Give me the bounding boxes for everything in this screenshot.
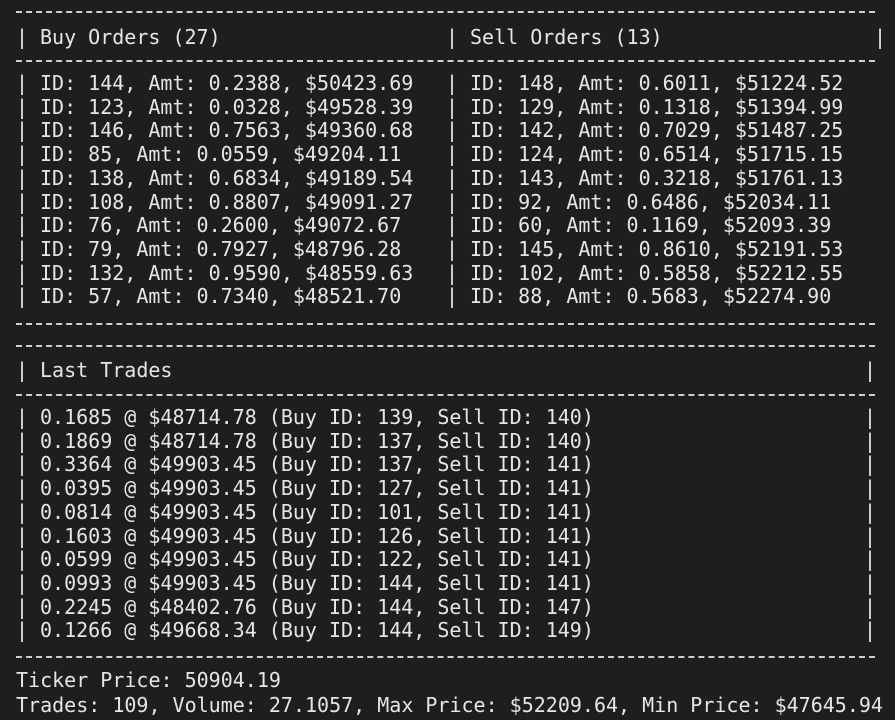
sell-order-row: ID: 124, Amt: 0.6514, $51715.15 xyxy=(470,142,844,167)
pipe-mid: | xyxy=(446,260,459,285)
trade-row: 0.0599 @ $49903.45 (Buy ID: 122, Sell ID… xyxy=(40,547,594,572)
pipe-mid: | xyxy=(446,94,459,119)
buy-order-row: ID: 138, Amt: 0.6834, $49189.54 xyxy=(40,165,414,190)
buy-order-row: ID: 144, Amt: 0.2388, $50423.69 xyxy=(40,71,414,95)
pipe-left: | xyxy=(16,236,29,261)
buy-order-row: ID: 108, Amt: 0.8807, $49091.27 xyxy=(40,189,414,214)
buy-order-row: ID: 85, Amt: 0.0559, $49204.11 xyxy=(40,142,402,167)
last-trades-header: Last Trades xyxy=(40,358,173,382)
orders-header-rule xyxy=(16,60,875,62)
pipe-right: | xyxy=(864,618,877,643)
pipe-left: | xyxy=(16,452,29,477)
pipe-mid: | xyxy=(446,236,459,261)
sell-order-row: ID: 145, Amt: 0.8610, $52191.53 xyxy=(470,236,844,261)
buy-order-row: ID: 123, Amt: 0.0328, $49528.39 xyxy=(40,94,414,119)
sell-order-row: ID: 60, Amt: 0.1169, $52093.39 xyxy=(470,213,832,238)
pipe-left: | xyxy=(16,523,29,548)
pipe-left: | xyxy=(16,213,29,238)
orders-bottom-rule xyxy=(16,323,875,325)
buy-order-row: ID: 146, Amt: 0.7563, $49360.68 xyxy=(40,118,414,143)
pipe-left: | xyxy=(16,284,29,309)
pipe-right: | xyxy=(864,358,877,382)
pipe-left: | xyxy=(16,118,29,143)
pipe-left: | xyxy=(16,165,29,190)
sell-order-row: ID: 143, Amt: 0.3218, $51761.13 xyxy=(470,165,844,190)
buy-orders-header: Buy Orders (27) xyxy=(40,25,221,49)
pipe-right: | xyxy=(864,452,877,477)
trades-header-rule xyxy=(16,394,875,396)
trade-row: 0.1685 @ $48714.78 (Buy ID: 139, Sell ID… xyxy=(40,405,594,429)
pipe-right: | xyxy=(874,25,887,49)
trade-row: 0.1266 @ $49668.34 (Buy ID: 144, Sell ID… xyxy=(40,618,594,643)
pipe-mid: | xyxy=(446,284,459,309)
sell-order-row: ID: 88, Amt: 0.5683, $52274.90 xyxy=(470,284,832,309)
pipe-left: | xyxy=(16,405,29,429)
buy-order-row: ID: 76, Amt: 0.2600, $49072.67 xyxy=(40,213,402,238)
trade-row: 0.0395 @ $49903.45 (Buy ID: 127, Sell ID… xyxy=(40,476,594,501)
pipe-right: | xyxy=(864,523,877,548)
pipe-left: | xyxy=(16,142,29,167)
sell-order-row: ID: 129, Amt: 0.1318, $51394.99 xyxy=(470,94,844,119)
pipe-left: | xyxy=(16,358,29,382)
pipe-right: | xyxy=(864,405,877,429)
pipe-mid: | xyxy=(446,189,459,214)
trade-row: 0.1869 @ $48714.78 (Buy ID: 137, Sell ID… xyxy=(40,428,594,453)
pipe-mid: | xyxy=(446,118,459,143)
sell-order-row: ID: 142, Amt: 0.7029, $51487.25 xyxy=(470,118,844,143)
trade-row: 0.0993 @ $49903.45 (Buy ID: 144, Sell ID… xyxy=(40,570,594,595)
trade-row: 0.2245 @ $48402.76 (Buy ID: 144, Sell ID… xyxy=(40,594,594,619)
pipe-right: | xyxy=(864,428,877,453)
pipe-left: | xyxy=(16,499,29,524)
pipe-right: | xyxy=(864,499,877,524)
pipe-mid: | xyxy=(446,25,459,49)
pipe-left: | xyxy=(16,570,29,595)
pipe-left: | xyxy=(16,618,29,643)
pipe-left: | xyxy=(16,476,29,501)
pipe-left: | xyxy=(16,71,29,95)
buy-order-row: ID: 79, Amt: 0.7927, $48796.28 xyxy=(40,236,402,261)
trade-row: 0.0814 @ $49903.45 (Buy ID: 101, Sell ID… xyxy=(40,499,594,524)
sell-order-row: ID: 102, Amt: 0.5858, $52212.55 xyxy=(470,260,844,285)
terminal-window: | Buy Orders (27) | Sell Orders (13) | |… xyxy=(0,0,895,720)
trade-row: 0.1603 @ $49903.45 (Buy ID: 126, Sell ID… xyxy=(40,523,594,548)
pipe-right: | xyxy=(864,476,877,501)
pipe-left: | xyxy=(16,94,29,119)
buy-order-row: ID: 57, Amt: 0.7340, $48521.70 xyxy=(40,284,402,309)
pipe-mid: | xyxy=(446,71,459,95)
pipe-mid: | xyxy=(446,142,459,167)
pipe-left: | xyxy=(16,260,29,285)
ticker-price: Ticker Price: 50904.19 xyxy=(16,668,281,692)
trade-row: 0.3364 @ $49903.45 (Buy ID: 137, Sell ID… xyxy=(40,452,594,477)
pipe-right: | xyxy=(864,547,877,572)
orders-top-rule xyxy=(16,11,875,13)
pipe-left: | xyxy=(16,25,29,49)
sell-order-row: ID: 92, Amt: 0.6486, $52034.11 xyxy=(470,189,832,214)
pipe-left: | xyxy=(16,547,29,572)
trades-bottom-rule xyxy=(16,656,875,658)
pipe-left: | xyxy=(16,189,29,214)
trade-stats: Trades: 109, Volume: 27.1057, Max Price:… xyxy=(16,693,883,717)
pipe-mid: | xyxy=(446,213,459,238)
sell-order-row: ID: 148, Amt: 0.6011, $51224.52 xyxy=(470,71,844,95)
sell-orders-header: Sell Orders (13) xyxy=(470,25,663,49)
buy-order-row: ID: 132, Amt: 0.9590, $48559.63 xyxy=(40,260,414,285)
pipe-right: | xyxy=(864,570,877,595)
pipe-right: | xyxy=(864,594,877,619)
pipe-left: | xyxy=(16,428,29,453)
pipe-mid: | xyxy=(446,165,459,190)
trades-top-rule xyxy=(16,345,875,347)
pipe-left: | xyxy=(16,594,29,619)
